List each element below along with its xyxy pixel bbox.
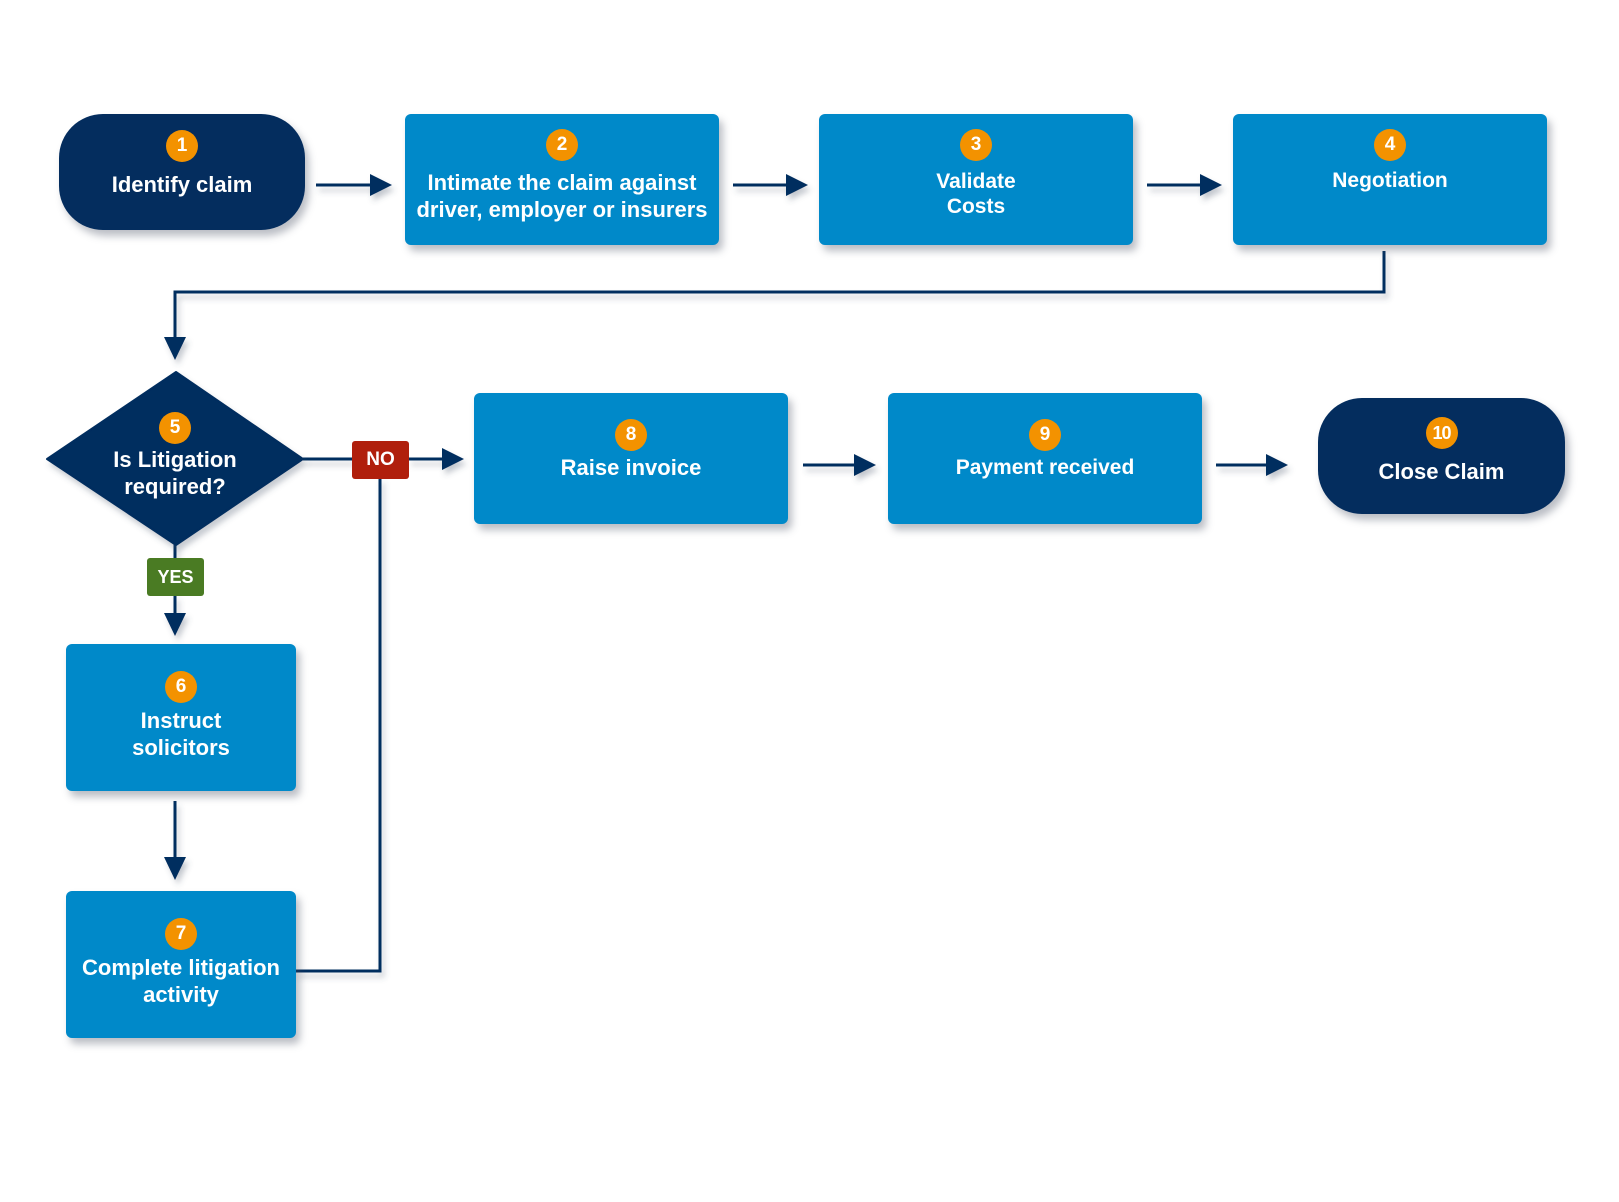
step-label: Intimate the claim against driver, emplo…	[416, 170, 708, 222]
step-number-badge: 3	[960, 129, 992, 161]
arrowhead-icon	[164, 857, 186, 880]
step-number-badge: 5	[159, 412, 191, 444]
step-5-litigation-decision[interactable]: 5 Is Litigation required?	[47, 372, 303, 545]
step-1-identify-claim[interactable]: 1 Identify claim	[59, 114, 305, 230]
arrowhead-icon	[442, 448, 464, 470]
step-label: Payment received	[955, 456, 1135, 479]
arrowhead-icon	[786, 174, 808, 196]
yes-branch-tag: YES	[147, 558, 204, 596]
step-label: Instruct solicitors	[132, 708, 230, 760]
step-number-badge: 6	[165, 671, 197, 703]
step-number-badge: 10	[1425, 417, 1458, 449]
step-number-badge: 4	[1374, 129, 1406, 161]
step-label: Identify claim	[111, 172, 253, 197]
arrowhead-icon	[1200, 174, 1222, 196]
step-number-badge: 1	[166, 130, 198, 162]
step-label: Is Litigation required?	[113, 447, 237, 499]
arrowhead-icon	[164, 337, 186, 360]
arrowhead-icon	[370, 174, 392, 196]
step-9-payment-received[interactable]: 9 Payment received	[888, 393, 1202, 524]
step-label: Raise invoice	[560, 455, 702, 480]
step-8-raise-invoice[interactable]: 8 Raise invoice	[474, 393, 788, 524]
no-branch-tag: NO	[352, 441, 409, 479]
arrowhead-icon	[1266, 454, 1288, 476]
step-label: Close Claim	[1378, 459, 1505, 484]
step-number-badge: 8	[615, 419, 647, 451]
flowchart-canvas: 1 Identify claim 2 Intimate the claim ag…	[0, 0, 1619, 1202]
step-label: Complete litigation activity	[82, 955, 280, 1007]
step-2-intimate-claim[interactable]: 2 Intimate the claim against driver, emp…	[405, 114, 719, 245]
edge-7-8	[296, 478, 382, 973]
step-3-validate-costs[interactable]: 3 Validate Costs	[819, 114, 1133, 245]
edge-4-5	[173, 251, 1386, 340]
arrowhead-icon	[854, 454, 876, 476]
step-4-negotiation[interactable]: 4 Negotiation	[1233, 114, 1547, 245]
step-10-close-claim[interactable]: 10 Close Claim	[1318, 398, 1565, 514]
step-number-badge: 9	[1029, 419, 1061, 451]
step-number-badge: 7	[165, 918, 197, 950]
step-7-complete-litigation[interactable]: 7 Complete litigation activity	[66, 891, 296, 1038]
step-label: Negotiation	[1332, 169, 1448, 192]
arrowhead-icon	[164, 613, 186, 636]
step-number-badge: 2	[546, 129, 578, 161]
step-6-instruct-solicitors[interactable]: 6 Instruct solicitors	[66, 644, 296, 791]
step-label: Validate Costs	[936, 170, 1016, 218]
